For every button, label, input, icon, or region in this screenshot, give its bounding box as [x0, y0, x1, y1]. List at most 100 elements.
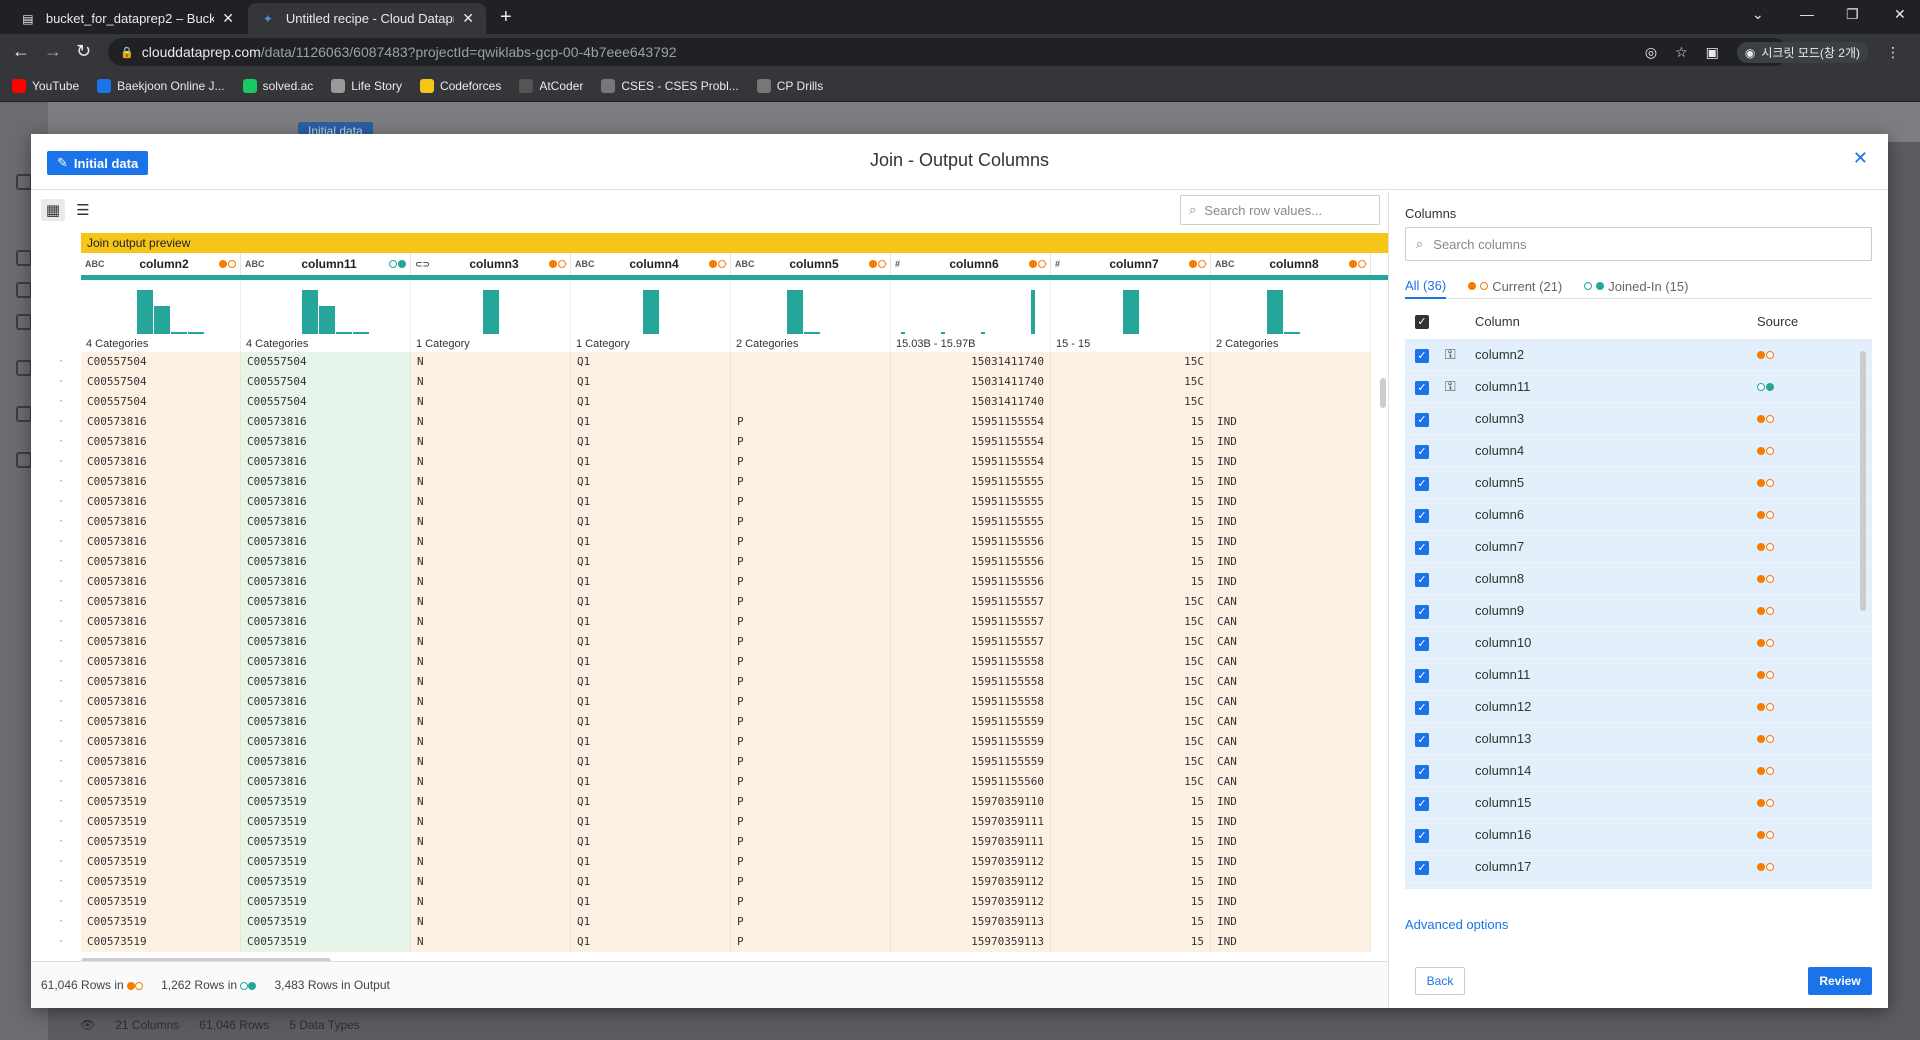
cell-column7[interactable]: 15C	[1051, 752, 1211, 772]
cell-column4[interactable]: Q1	[571, 912, 731, 932]
cell-column8[interactable]: IND	[1211, 512, 1371, 532]
column-list-item[interactable]: ✓ column10	[1405, 627, 1872, 659]
cell-column5[interactable]: P	[731, 752, 891, 772]
cell-column6[interactable]: 15951155560	[891, 772, 1051, 792]
close-tab-icon[interactable]: ✕	[222, 10, 234, 27]
cell-column5[interactable]: P	[731, 432, 891, 452]
tab-all[interactable]: All (36)	[1405, 273, 1447, 299]
histogram-bar[interactable]	[981, 332, 985, 334]
cell-column11[interactable]: C00573816	[241, 592, 411, 612]
cell-column3[interactable]: N	[411, 752, 571, 772]
cell-column4[interactable]: Q1	[571, 832, 731, 852]
column-list-item[interactable]: ✓ column15	[1405, 787, 1872, 819]
cell-column5[interactable]: P	[731, 792, 891, 812]
connections-icon[interactable]	[16, 314, 32, 330]
cell-column2[interactable]: C00573519	[81, 852, 241, 872]
cell-column3[interactable]: N	[411, 872, 571, 892]
cell-column4[interactable]: Q1	[571, 532, 731, 552]
cell-column2[interactable]: C00573816	[81, 612, 241, 632]
cell-column8[interactable]: IND	[1211, 552, 1371, 572]
column-list-item[interactable]: ✓ column17	[1405, 851, 1872, 883]
cell-column3[interactable]: N	[411, 652, 571, 672]
cell-column6[interactable]: 15951155555	[891, 472, 1051, 492]
cell-column7[interactable]: 15C	[1051, 712, 1211, 732]
tab-bucket[interactable]: ▤ bucket_for_dataprep2 – Bucket ✕	[8, 3, 246, 34]
cell-column4[interactable]: Q1	[571, 432, 731, 452]
column-checkbox[interactable]: ✓	[1405, 859, 1435, 875]
cell-column5[interactable]	[731, 392, 891, 412]
cell-column3[interactable]: N	[411, 372, 571, 392]
tab-search-icon[interactable]: ⌄	[1752, 6, 1764, 23]
bookmark-item[interactable]: CSES - CSES Probl...	[601, 78, 739, 93]
cell-column3[interactable]: N	[411, 912, 571, 932]
histogram-bar[interactable]	[1123, 290, 1139, 334]
histogram-bar[interactable]	[188, 332, 204, 334]
cell-column7[interactable]: 15	[1051, 572, 1211, 592]
advanced-options-link[interactable]: Advanced options	[1405, 917, 1508, 932]
cell-column6[interactable]: 15951155555	[891, 492, 1051, 512]
cell-column3[interactable]: N	[411, 552, 571, 572]
cell-column6[interactable]: 15951155559	[891, 752, 1051, 772]
histogram-bar[interactable]	[137, 290, 153, 334]
cell-column6[interactable]: 15951155554	[891, 452, 1051, 472]
cell-column3[interactable]: N	[411, 612, 571, 632]
cell-column2[interactable]: C00573816	[81, 452, 241, 472]
library-icon[interactable]	[16, 250, 32, 266]
cell-column5[interactable]: P	[731, 852, 891, 872]
cell-column5[interactable]: P	[731, 472, 891, 492]
cell-column4[interactable]: Q1	[571, 592, 731, 612]
cell-column7[interactable]: 15C	[1051, 352, 1211, 372]
cell-column3[interactable]: N	[411, 932, 571, 952]
cell-column2[interactable]: C00573816	[81, 472, 241, 492]
cell-column3[interactable]: N	[411, 392, 571, 412]
cell-column8[interactable]: CAN	[1211, 672, 1371, 692]
cell-column5[interactable]: P	[731, 592, 891, 612]
cell-column6[interactable]: 15951155558	[891, 692, 1051, 712]
cell-column3[interactable]: N	[411, 832, 571, 852]
column-checkbox[interactable]: ✓	[1405, 763, 1435, 779]
column-checkbox[interactable]: ✓	[1405, 827, 1435, 843]
histogram-bar[interactable]	[1284, 332, 1300, 334]
cell-column5[interactable]: P	[731, 532, 891, 552]
cell-column7[interactable]: 15C	[1051, 592, 1211, 612]
cell-column3[interactable]: N	[411, 592, 571, 612]
cell-column8[interactable]: IND	[1211, 492, 1371, 512]
back-button[interactable]: Back	[1415, 967, 1465, 995]
cell-column8[interactable]	[1211, 372, 1371, 392]
cell-column2[interactable]: C00573519	[81, 912, 241, 932]
cell-column11[interactable]: C00573816	[241, 552, 411, 572]
cell-column2[interactable]: C00573816	[81, 732, 241, 752]
cell-column7[interactable]: 15	[1051, 852, 1211, 872]
cell-column7[interactable]: 15	[1051, 812, 1211, 832]
column-checkbox[interactable]: ✓	[1405, 635, 1435, 651]
cell-column3[interactable]: N	[411, 492, 571, 512]
cell-column2[interactable]: C00573816	[81, 672, 241, 692]
column-checkbox[interactable]: ✓	[1405, 603, 1435, 619]
cell-column6[interactable]: 15951155558	[891, 652, 1051, 672]
cell-column8[interactable]: CAN	[1211, 712, 1371, 732]
cell-column11[interactable]: C00573519	[241, 852, 411, 872]
menu-icon[interactable]: ⋮	[1886, 44, 1900, 61]
cell-column7[interactable]: 15C	[1051, 732, 1211, 752]
cell-column8[interactable]	[1211, 352, 1371, 372]
column-list-item[interactable]: ✓ column6	[1405, 499, 1872, 531]
cell-column7[interactable]: 15	[1051, 432, 1211, 452]
histogram-bar[interactable]	[643, 290, 659, 334]
cell-column5[interactable]: P	[731, 612, 891, 632]
cell-column11[interactable]: C00573816	[241, 472, 411, 492]
bookmark-item[interactable]: AtCoder	[519, 78, 583, 93]
column-header-column4[interactable]: ABC column4	[571, 253, 731, 275]
cell-column2[interactable]: C00573816	[81, 752, 241, 772]
column-checkbox[interactable]: ✓	[1405, 347, 1435, 363]
sidepanel-icon[interactable]: ▣	[1706, 44, 1719, 61]
tab-joined-in[interactable]: Joined-In (15)	[1584, 273, 1688, 299]
histogram-bar[interactable]	[1031, 290, 1035, 334]
cell-column4[interactable]: Q1	[571, 552, 731, 572]
cell-column3[interactable]: N	[411, 432, 571, 452]
cell-column8[interactable]: IND	[1211, 932, 1371, 952]
flow-icon[interactable]	[16, 174, 32, 190]
cell-column8[interactable]: CAN	[1211, 592, 1371, 612]
histogram-bar[interactable]	[1267, 290, 1283, 334]
cell-column7[interactable]: 15C	[1051, 672, 1211, 692]
cell-column2[interactable]: C00573519	[81, 872, 241, 892]
